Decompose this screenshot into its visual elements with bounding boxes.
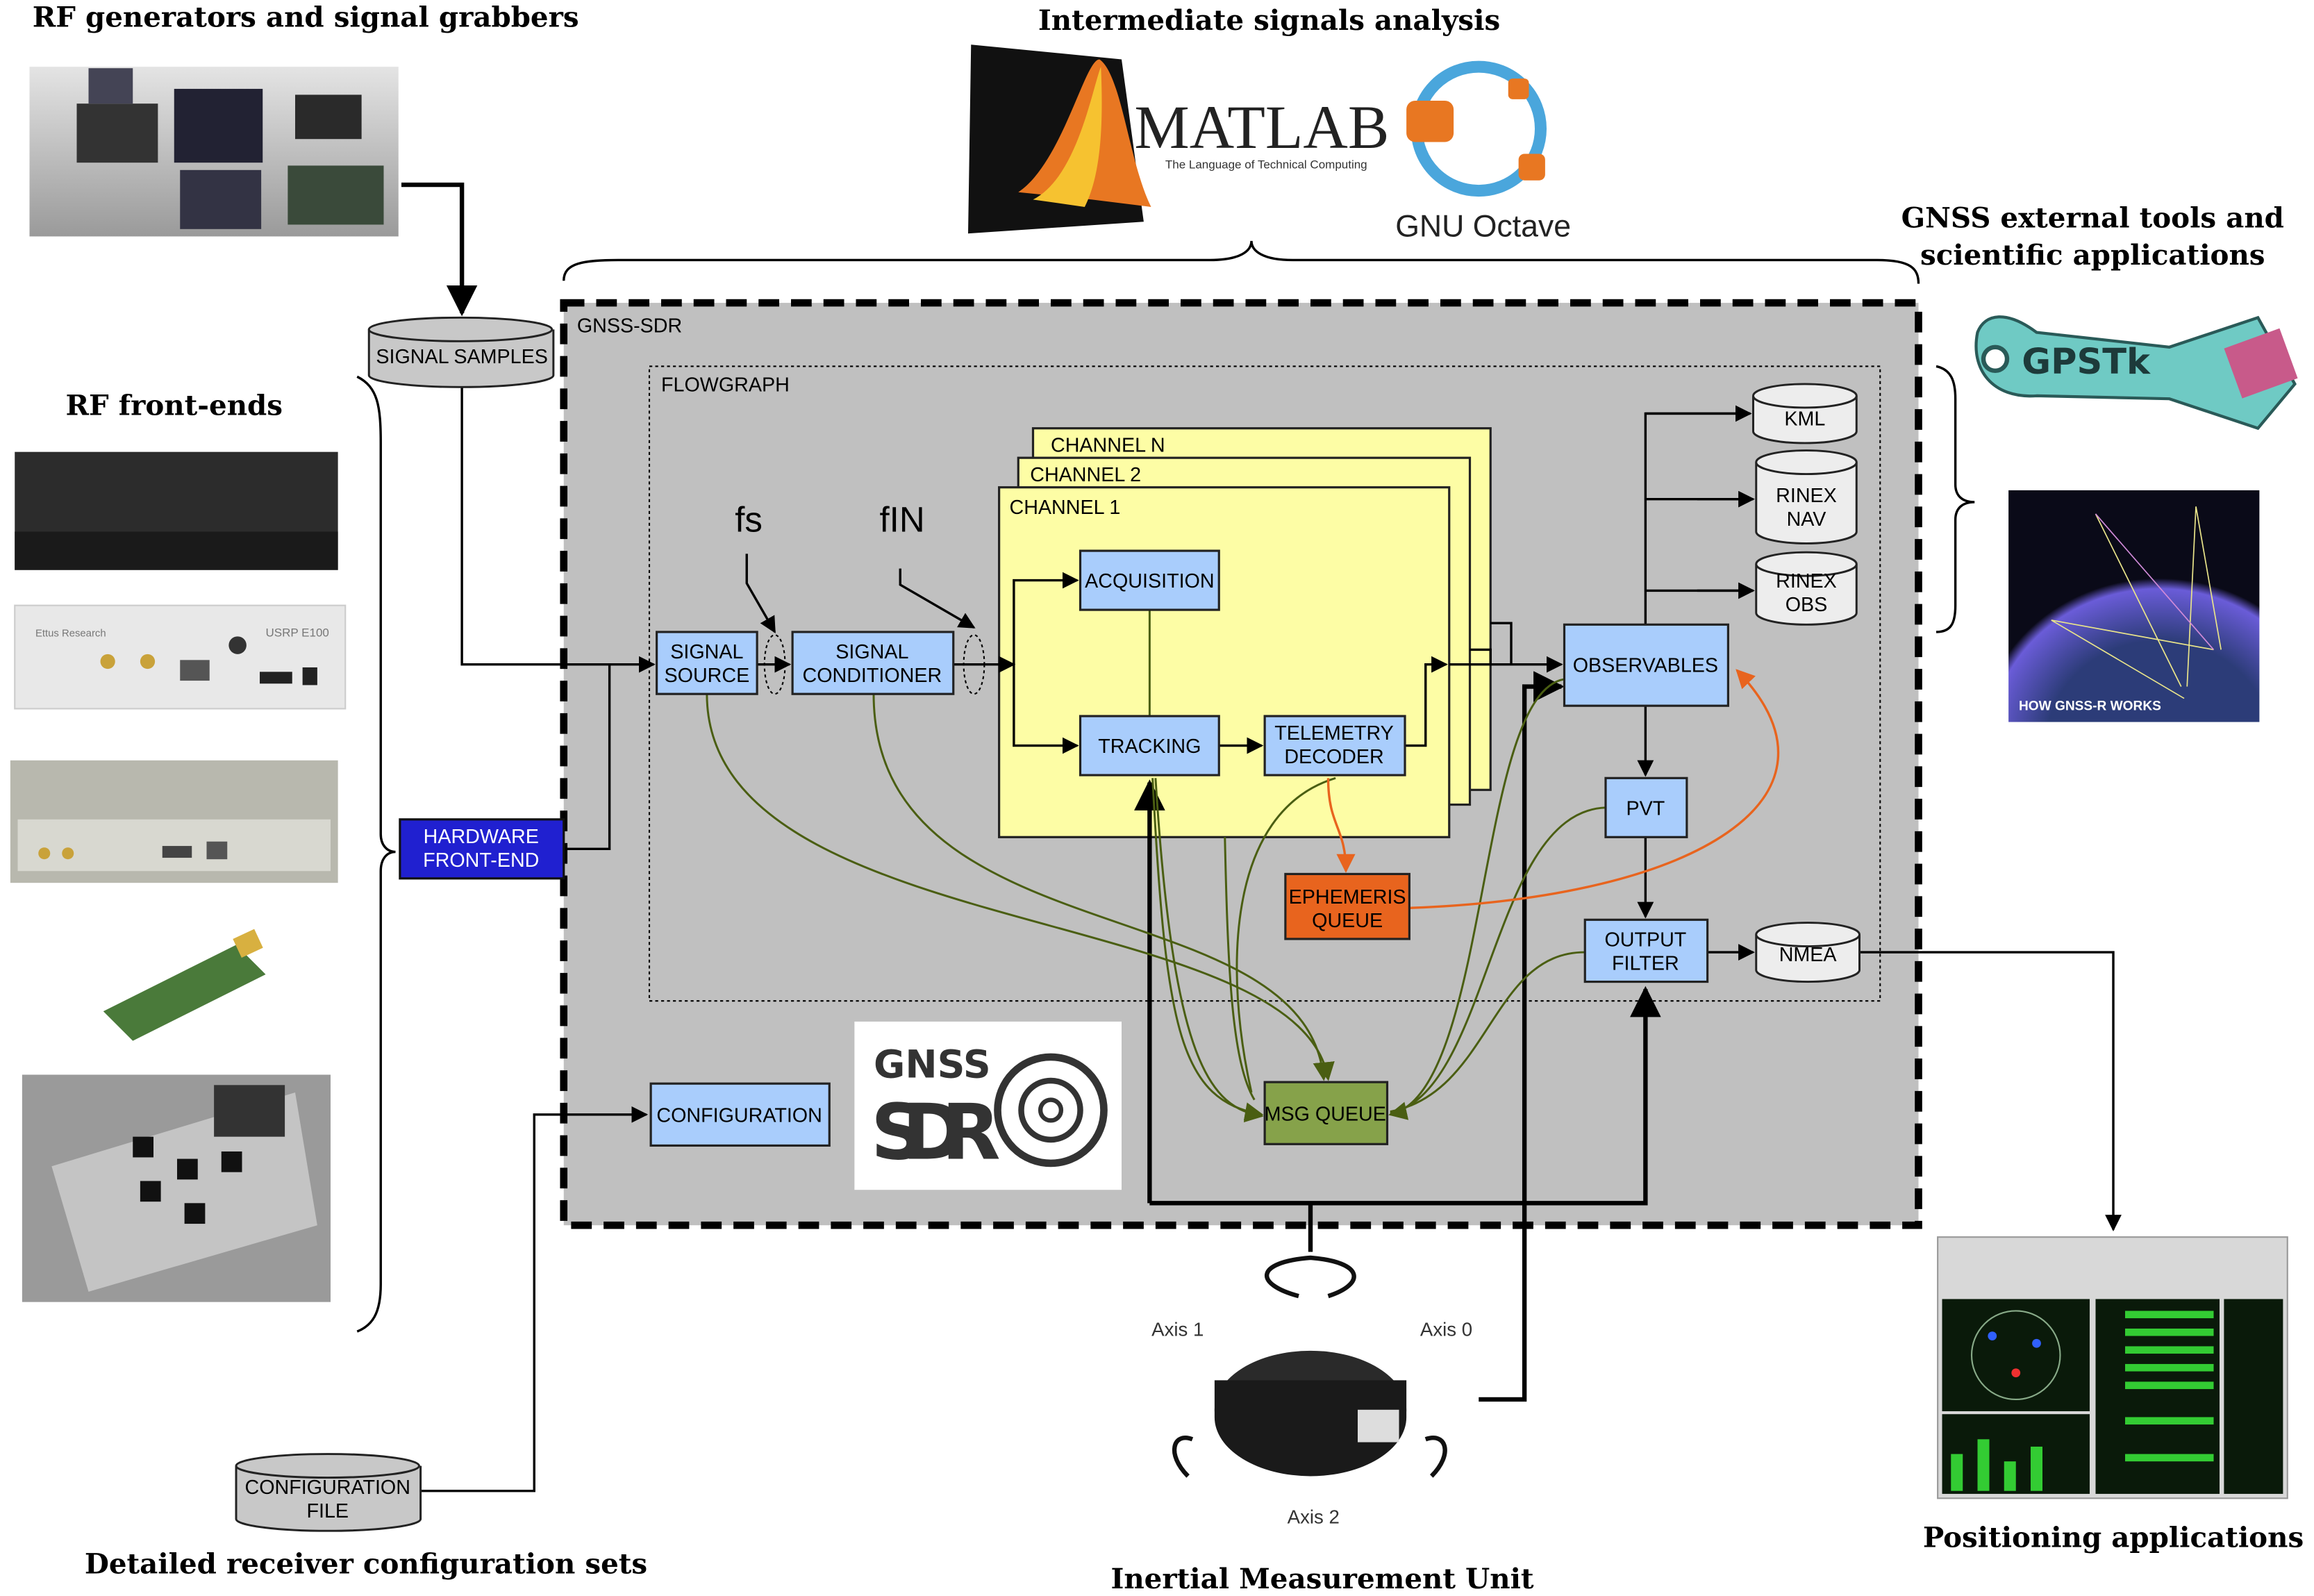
frontend-usrp-n-image	[10, 760, 338, 883]
left-brace	[356, 375, 396, 1333]
heading-config-sets: Detailed receiver configuration sets	[85, 1547, 647, 1581]
fs-label: fs	[735, 499, 763, 539]
imu-axis1-label: Axis 1	[1151, 1319, 1204, 1340]
signal-source-block[interactable]: SIGNAL SOURCE	[656, 631, 758, 695]
svg-text:MSG QUEUE: MSG QUEUE	[1265, 1103, 1386, 1125]
signal-samples-storage[interactable]: SIGNAL SAMPLES	[367, 316, 555, 388]
heading-rf-generators: RF generators and signal grabbers	[33, 1, 579, 34]
svg-text:OBSERVABLES: OBSERVABLES	[1573, 654, 1718, 676]
svg-text:ACQUISITION: ACQUISITION	[1085, 570, 1214, 592]
svg-text:TELEMETRYDECODER: TELEMETRY DECODER	[1274, 722, 1394, 768]
kml-file[interactable]: KML	[1752, 383, 1858, 444]
matlab-logo: MATLAB The Language of Technical Computi…	[968, 44, 1389, 234]
top-brace	[563, 240, 1920, 284]
gnss-sdr-logo: GNSS SDR	[854, 1021, 1122, 1190]
svg-text:GNSS: GNSS	[874, 1043, 991, 1088]
svg-text:HOW GNSS-R WORKS: HOW GNSS-R WORKS	[2019, 699, 2161, 714]
hardware-frontend-block[interactable]: HARDWARE FRONT-END	[399, 818, 565, 880]
svg-text:HARDWAREFRONT-END: HARDWARE FRONT-END	[423, 826, 539, 872]
frontend-dongle-image	[103, 929, 266, 1041]
nmea-file[interactable]: NMEA	[1755, 922, 1861, 983]
rinex-obs-file[interactable]: RINEX OBS	[1755, 551, 1858, 626]
configuration-block[interactable]: CONFIGURATION	[649, 1082, 831, 1147]
heading-rf-frontends: RF front-ends	[66, 389, 283, 422]
svg-text:OUTPUTFILTER: OUTPUT FILTER	[1604, 929, 1686, 975]
channel-2-label: CHANNEL 2	[1030, 464, 1141, 486]
right-brace	[1936, 365, 1975, 633]
acquisition-block[interactable]: ACQUISITION	[1079, 549, 1220, 611]
svg-text:PVT: PVT	[1626, 797, 1665, 820]
octave-logo: GNU Octave	[1395, 60, 1571, 243]
signal-conditioner-block[interactable]: SIGNAL CONDITIONER	[791, 631, 955, 695]
svg-text:SIGNAL SAMPLES: SIGNAL SAMPLES	[376, 346, 548, 368]
wire-generators-samples	[401, 182, 478, 317]
heading-imu: Inertial Measurement Unit	[1110, 1562, 1533, 1595]
rf-generators-image	[29, 67, 399, 237]
msg-queue-block[interactable]: MSG QUEUE	[1263, 1081, 1389, 1145]
pvt-block[interactable]: PVT	[1604, 776, 1688, 838]
flowgraph-label: FLOWGRAPH	[661, 374, 790, 397]
gnss-sdr-architecture-diagram: RF generators and signal grabbers Interm…	[10, 1, 2304, 1595]
heading-intermediate-analysis: Intermediate signals analysis	[1038, 3, 1500, 37]
imu-axis0-label: Axis 0	[1420, 1319, 1472, 1340]
svg-text:Ettus Research: Ettus Research	[35, 628, 106, 639]
svg-text:NMEA: NMEA	[1779, 944, 1838, 966]
frontend-usrp-e100-image: Ettus Research USRP E100	[14, 604, 347, 710]
svg-text:SDR: SDR	[871, 1088, 1001, 1178]
matlab-wordmark: MATLAB	[1134, 93, 1389, 162]
observables-block[interactable]: OBSERVABLES	[1563, 623, 1729, 707]
matlab-tagline: The Language of Technical Computing	[1165, 158, 1367, 172]
positioning-app-screenshot	[1937, 1236, 2288, 1499]
fin-label: fIN	[880, 499, 925, 539]
gnss-r-image: HOW GNSS-R WORKS	[2008, 490, 2260, 722]
telemetry-decoder-block[interactable]: TELEMETRY DECODER	[1263, 715, 1406, 776]
frontend-usrp1-image	[15, 451, 338, 570]
imu-image: Axis 1 Axis 0 Axis 2	[1151, 1255, 1472, 1527]
imu-axis2-label: Axis 2	[1288, 1506, 1340, 1527]
channel-1-block[interactable]	[998, 486, 1451, 838]
heading-gnss-tools-line1: GNSS external tools and	[1901, 201, 2284, 235]
channel-n-label: CHANNEL N	[1051, 435, 1165, 457]
configuration-file-storage[interactable]: CONFIGURATION FILE	[235, 1453, 422, 1532]
gnss-sdr-label: GNSS-SDR	[577, 315, 682, 338]
heading-gnss-tools-line2: scientific applications	[1920, 238, 2265, 272]
svg-text:TRACKING: TRACKING	[1098, 735, 1201, 758]
svg-text:USRP E100: USRP E100	[266, 626, 329, 639]
svg-text:GPSTk: GPSTk	[2022, 342, 2151, 383]
ephemeris-queue-block[interactable]: EPHEMERIS QUEUE	[1284, 872, 1410, 940]
frontend-antenna-array-image	[22, 1074, 331, 1302]
rinex-nav-file[interactable]: RINEX NAV	[1755, 449, 1858, 545]
channel-1-label: CHANNEL 1	[1010, 497, 1121, 519]
octave-wordmark: GNU Octave	[1395, 209, 1571, 243]
svg-text:SIGNALSOURCE: SIGNAL SOURCE	[665, 641, 750, 687]
gpstk-logo: GPSTk	[1974, 315, 2298, 431]
output-filter-block[interactable]: OUTPUT FILTER	[1583, 918, 1709, 983]
heading-positioning: Positioning applications	[1923, 1520, 2304, 1554]
tracking-block[interactable]: TRACKING	[1079, 715, 1220, 776]
svg-text:CONFIGURATION: CONFIGURATION	[656, 1104, 822, 1127]
svg-text:KML: KML	[1784, 408, 1825, 430]
